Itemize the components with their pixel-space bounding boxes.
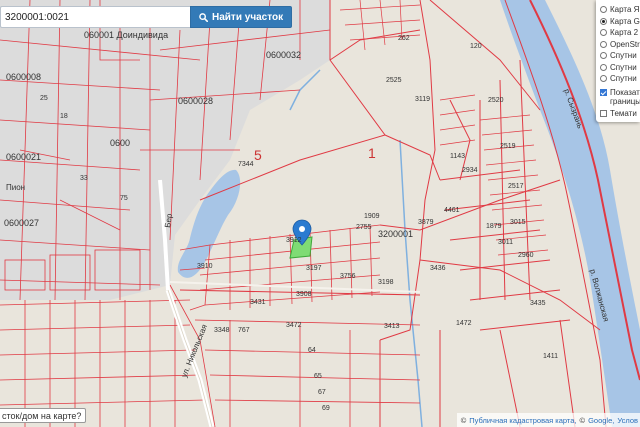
ask-parcel-on-map-button[interactable]: сток/дом на карте?	[0, 408, 87, 423]
radio-icon[interactable]	[600, 63, 607, 71]
quarter-label: 3200001	[378, 229, 413, 239]
quarter-label: 0600008	[6, 72, 41, 82]
svg-text:3431: 3431	[250, 299, 266, 306]
find-parcel-button[interactable]: Найти участок	[190, 6, 293, 28]
svg-text:18: 18	[60, 113, 68, 120]
svg-text:2519: 2519	[500, 143, 516, 150]
svg-text:33: 33	[80, 175, 88, 182]
svg-text:3756: 3756	[340, 273, 356, 280]
radio-icon[interactable]	[600, 75, 607, 83]
thematic-toggle[interactable]: Темати	[600, 109, 640, 118]
center-label: 060001 Доиндивида	[84, 30, 168, 40]
svg-text:67: 67	[318, 389, 326, 396]
radio-icon[interactable]	[600, 40, 607, 48]
svg-text:1143: 1143	[450, 153, 465, 160]
show-borders-toggle[interactable]: Показат границы	[600, 88, 640, 106]
svg-text:25: 25	[40, 95, 48, 102]
map-attribution: © Публичная кадастровая карта, © Google,…	[456, 413, 640, 427]
svg-text:3435: 3435	[530, 300, 546, 307]
radio-icon[interactable]	[600, 52, 607, 60]
layer-option-2gis-map[interactable]: Карта 2	[600, 27, 640, 39]
svg-text:3348: 3348	[214, 327, 230, 334]
quarter-label: 0600028	[178, 96, 213, 106]
svg-text:3879: 3879	[418, 219, 434, 226]
zone-label: 5	[254, 147, 262, 163]
svg-text:7344: 7344	[238, 161, 254, 168]
layer-switcher: Карта Я Карта G Карта 2 OpenStr Спутни С…	[596, 0, 640, 122]
svg-text:4461: 4461	[444, 207, 460, 214]
svg-text:3198: 3198	[378, 279, 394, 286]
svg-text:3912: 3912	[286, 237, 302, 244]
checkbox-checked-icon[interactable]	[600, 88, 607, 96]
svg-text:262: 262	[398, 35, 410, 42]
svg-text:65: 65	[314, 373, 322, 380]
svg-text:2960: 2960	[518, 252, 534, 259]
svg-text:767: 767	[238, 327, 250, 334]
quarter-label: 0600027	[4, 218, 39, 228]
svg-text:3908: 3908	[296, 291, 312, 298]
radio-selected-icon[interactable]	[600, 17, 607, 25]
svg-text:1472: 1472	[456, 320, 472, 327]
svg-text:3472: 3472	[286, 322, 302, 329]
quarter-label: 0600021	[6, 152, 41, 162]
radio-icon[interactable]	[600, 6, 607, 14]
svg-text:75: 75	[120, 195, 128, 202]
district-label: Пион	[6, 183, 25, 192]
layer-option-satellite-2[interactable]: Спутни	[600, 62, 640, 74]
map-canvas[interactable]: 0600032 0600028 0600008 0600021 0600027 …	[0, 0, 640, 427]
zone-label: 1	[368, 145, 376, 161]
svg-text:3015: 3015	[510, 219, 526, 226]
svg-text:3197: 3197	[306, 265, 322, 272]
layer-option-google-map[interactable]: Карта G	[600, 16, 640, 28]
svg-text:2525: 2525	[386, 77, 402, 84]
checkbox-icon[interactable]	[600, 109, 607, 117]
layer-option-satellite-1[interactable]: Спутни	[600, 50, 640, 62]
quarter-label: 0600032	[266, 50, 301, 60]
search-bar: Найти участок	[0, 6, 293, 28]
svg-text:2517: 2517	[508, 183, 524, 190]
attribution-link-google[interactable]: Google,	[588, 416, 614, 425]
layer-option-yandex-map[interactable]: Карта Я	[600, 4, 640, 16]
svg-text:1879: 1879	[486, 223, 502, 230]
find-parcel-label: Найти участок	[212, 11, 284, 23]
attribution-link-terms[interactable]: Услов	[617, 416, 638, 425]
cadastral-number-input[interactable]	[0, 6, 190, 28]
search-icon	[199, 12, 208, 22]
layer-option-satellite-3[interactable]: Спутни	[600, 73, 640, 85]
svg-text:3413: 3413	[384, 323, 400, 330]
svg-text:120: 120	[470, 43, 482, 50]
svg-text:2520: 2520	[488, 97, 504, 104]
svg-text:3011: 3011	[498, 239, 513, 246]
layer-option-openstreetmap[interactable]: OpenStr	[600, 39, 640, 51]
svg-text:2934: 2934	[462, 167, 478, 174]
svg-text:64: 64	[308, 347, 316, 354]
svg-text:3436: 3436	[430, 265, 446, 272]
svg-text:3119: 3119	[415, 96, 430, 103]
attribution-link-cadastral[interactable]: Публичная кадастровая карта,	[469, 416, 576, 425]
quarter-label: 0600	[110, 138, 130, 148]
svg-text:3910: 3910	[197, 263, 213, 270]
svg-text:1909: 1909	[364, 213, 380, 220]
radio-icon[interactable]	[600, 29, 607, 37]
svg-text:2755: 2755	[356, 224, 372, 231]
svg-text:69: 69	[322, 405, 330, 412]
svg-text:1411: 1411	[543, 353, 558, 360]
cadastral-map[interactable]: 0600032 0600028 0600008 0600021 0600027 …	[0, 0, 640, 427]
